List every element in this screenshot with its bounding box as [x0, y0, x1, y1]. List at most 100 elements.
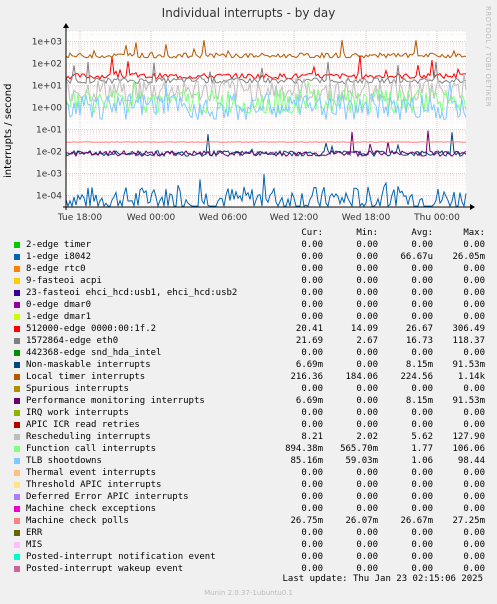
legend-swatch — [14, 362, 20, 368]
legend-cur-value: 0.00 — [301, 252, 323, 262]
legend-max-value: 0.00 — [463, 480, 485, 490]
legend-cur-value: 6.69m — [295, 396, 323, 406]
legend-series-name: Machine check exceptions — [26, 504, 157, 514]
y-tick-label: 1e+01 — [32, 81, 62, 91]
legend-cur-value: 85.16m — [290, 456, 323, 466]
legend-max-value: 127.90 — [452, 432, 485, 442]
legend-swatch — [14, 266, 20, 272]
legend-series-name: 9-fasteoi acpi — [26, 276, 102, 286]
legend-series-name: 1-edge i8042 — [26, 252, 92, 262]
legend-min-value: 0.00 — [356, 384, 378, 394]
legend-avg-value: 0.00 — [411, 552, 433, 562]
legend-avg-value: 1.77 — [411, 444, 433, 454]
legend-series-name: MIS — [26, 540, 43, 550]
legend-row: Local timer interrupts 216.36 184.06 224.56… — [12, 371, 492, 383]
legend-max-value: 118.37 — [452, 336, 485, 346]
y-tick-label: 1e+00 — [32, 103, 63, 113]
legend-min-value: 0.00 — [356, 288, 378, 298]
legend-cur-value: 0.00 — [301, 312, 323, 322]
legend-swatch — [14, 314, 20, 320]
x-tick-label: Wed 00:00 — [127, 213, 176, 223]
legend-row: 512000-edge 0000:00:1f.2 20.41 14.09 26.67 3… — [12, 323, 492, 335]
legend-row: Machine check polls 26.75m 26.07m 26.67m 27.… — [12, 515, 492, 527]
legend-min-value: 0.00 — [356, 396, 378, 406]
legend-series-name: Local timer interrupts — [26, 372, 146, 382]
legend-min-value: 0.00 — [356, 360, 378, 370]
legend-row: APIC ICR read retries 0.00 0.00 0.00 0.00 — [12, 419, 492, 431]
legend-swatch — [14, 494, 20, 500]
legend-swatch — [14, 422, 20, 428]
legend-row: Machine check exceptions 0.00 0.00 0.00 0.00 — [12, 503, 492, 515]
legend-avg-value: 16.73 — [405, 336, 433, 346]
legend-swatch — [14, 398, 20, 404]
legend-cur-value: 8.21 — [301, 432, 323, 442]
legend-cur-value: 0.00 — [301, 288, 323, 298]
legend-max-value: 0.00 — [463, 288, 485, 298]
legend-avg-value: 8.15m — [405, 360, 433, 370]
legend-max-value: 98.44 — [457, 456, 485, 466]
legend-swatch — [14, 542, 20, 548]
legend-series-name: ERR — [26, 528, 43, 538]
legend-row: Performance monitoring interrupts 6.69m 0.… — [12, 395, 492, 407]
legend-swatch — [14, 350, 20, 356]
legend-cur-value: 0.00 — [301, 480, 323, 490]
x-tick-label: Thu 00:00 — [413, 213, 460, 223]
legend-series-name: Machine check polls — [26, 516, 129, 526]
y-axis-ticks: 1e+03 1e+02 1e+01 1e+00 1e-01 1e-02 1e-03 1e-04 — [32, 37, 63, 201]
legend-swatch — [14, 482, 20, 488]
legend-row: 8-edge rtc0 0.00 0.00 0.00 0.00 — [12, 263, 492, 275]
y-tick-label: 1e-02 — [36, 147, 62, 157]
legend-avg-value: 0.00 — [411, 288, 433, 298]
legend-series-name: IRQ work interrupts — [26, 408, 129, 418]
legend-max-value: 26.05m — [452, 252, 485, 262]
legend-cur-value: 0.00 — [301, 420, 323, 430]
legend-min-value: 0.00 — [356, 480, 378, 490]
legend-min-value: 0.00 — [356, 420, 378, 430]
legend-row: Thermal event interrupts 0.00 0.00 0.00 0.00 — [12, 467, 492, 479]
legend-min-value: 59.03m — [345, 456, 378, 466]
legend-max-value: 0.00 — [463, 552, 485, 562]
y-tick-label: 1e+02 — [32, 59, 62, 69]
legend-cur-value: 0.00 — [301, 240, 323, 250]
legend-series-name: 512000-edge 0000:00:1f.2 — [26, 324, 157, 334]
legend-min-value: 2.67 — [356, 336, 378, 346]
legend-swatch — [14, 530, 20, 536]
x-tick-label: Wed 18:00 — [342, 213, 391, 223]
legend-max-value: 106.06 — [452, 444, 485, 454]
legend-series-name: APIC ICR read retries — [26, 420, 140, 430]
legend-avg-value: 224.56 — [400, 372, 433, 382]
legend-cur-value: 0.00 — [301, 528, 323, 538]
legend-avg-value: 0.00 — [411, 468, 433, 478]
legend-series-name: Thermal event interrupts — [26, 468, 157, 478]
legend-cur-value: 0.00 — [301, 300, 323, 310]
legend-min-value: 0.00 — [356, 252, 378, 262]
legend-series-name: Non-maskable interrupts — [26, 360, 151, 370]
legend-cur-value: 0.00 — [301, 384, 323, 394]
munin-version: Munin 2.0.37-1ubuntu0.1 — [204, 589, 293, 597]
legend-series-name: 1-edge dmar1 — [26, 312, 92, 322]
legend-cur-value: 21.69 — [295, 336, 323, 346]
legend-rows: 2-edge timer 0.00 0.00 0.00 0.00 1-edge i8042… — [12, 239, 492, 575]
legend-swatch — [14, 470, 20, 476]
x-tick-label: Tue 18:00 — [57, 213, 102, 223]
legend-avg-value: 0.00 — [411, 480, 433, 490]
legend-series-name: Posted-interrupt wakeup event — [26, 564, 184, 574]
y-tick-label: 1e-04 — [36, 191, 62, 201]
legend-max-value: 0.00 — [463, 348, 485, 358]
legend-row: 1572864-edge eth0 21.69 2.67 16.73 118.37 — [12, 335, 492, 347]
legend-max-value: 0.00 — [463, 504, 485, 514]
legend-swatch — [14, 566, 20, 572]
legend-max-value: 0.00 — [463, 492, 485, 502]
legend-max-value: 91.53m — [452, 396, 485, 406]
legend-cur-value: 0.00 — [301, 408, 323, 418]
y-tick-label: 1e+03 — [32, 37, 62, 47]
legend-swatch — [14, 458, 20, 464]
legend-cur-value: 0.00 — [301, 468, 323, 478]
y-tick-label: 1e-01 — [36, 125, 62, 135]
x-axis-ticks: Tue 18:00 Wed 00:00 Wed 06:00 Wed 12:00 Wed … — [57, 213, 460, 223]
legend-series-name: Spurious interrupts — [26, 384, 129, 394]
legend-row: 9-fasteoi acpi 0.00 0.00 0.00 0.00 — [12, 275, 492, 287]
legend-avg-value: 0.00 — [411, 276, 433, 286]
legend-avg-value: 0.00 — [411, 528, 433, 538]
legend-swatch — [14, 518, 20, 524]
